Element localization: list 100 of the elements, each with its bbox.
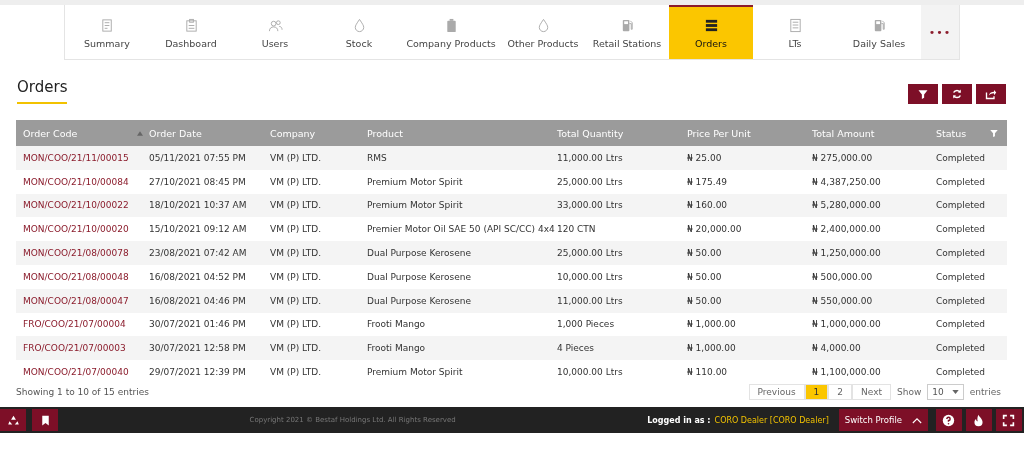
users-icon <box>267 17 283 33</box>
refresh-icon <box>951 88 963 100</box>
table-cell: ₦ 4,000.00 <box>812 343 861 354</box>
table-cell: VM (P) LTD. <box>270 319 322 330</box>
table-cell: Completed <box>936 271 986 282</box>
table-cell: Dual Purpose Kerosene <box>367 271 471 282</box>
table-cell: ₦ 20,000.00 <box>687 224 742 235</box>
table-cell: ₦ 1,250,000.00 <box>812 248 881 259</box>
more-button[interactable]: ••• <box>921 5 959 59</box>
next-button[interactable]: Next <box>852 383 892 400</box>
table-cell: Completed <box>936 224 986 235</box>
page-size-select[interactable]: 10 <box>927 383 964 400</box>
table-cell: ₦ 25.00 <box>687 152 722 163</box>
table-cell: Premium Motor Spirit <box>367 200 463 211</box>
table-cell: 30/07/2021 01:46 PM <box>149 319 246 330</box>
export-icon <box>985 88 997 100</box>
order-code-link[interactable]: FRO/COO/21/07/00003 <box>23 343 126 354</box>
nav-tab[interactable]: Users <box>233 5 317 59</box>
help-button[interactable] <box>936 409 962 431</box>
refresh-button[interactable] <box>942 84 972 104</box>
order-code-link[interactable]: MON/COO/21/10/00020 <box>23 224 129 235</box>
server-stack-icon <box>703 17 719 33</box>
table-cell: Completed <box>936 343 986 354</box>
table-cell: ₦ 5,280,000.00 <box>812 200 881 211</box>
page-button[interactable]: 1 <box>804 383 829 400</box>
table-cell: 4 Pieces <box>557 343 595 354</box>
table-cell: Completed <box>936 248 986 259</box>
order-code-link[interactable]: FRO/COO/21/07/00004 <box>23 319 126 330</box>
nav-tab[interactable]: Daily Sales <box>837 5 921 59</box>
clipboard-icon <box>183 17 199 33</box>
nav-tab[interactable]: Orders <box>669 5 753 59</box>
order-code-link[interactable]: MON/COO/21/11/00015 <box>23 152 129 163</box>
table-cell: ₦ 160.00 <box>687 200 728 211</box>
document-icon <box>99 17 115 33</box>
table-cell: ₦ 50.00 <box>687 271 722 282</box>
table-cell: Completed <box>936 295 986 306</box>
table-cell: 11,000.00 Ltrs <box>557 152 623 163</box>
list-icon <box>787 17 803 33</box>
table-cell: VM (P) LTD. <box>270 248 322 259</box>
table-cell: Premium Motor Spirit <box>367 367 463 378</box>
bookmark-button[interactable] <box>32 409 58 431</box>
table-cell: VM (P) LTD. <box>270 271 322 282</box>
nav-tab[interactable]: Other Products <box>501 5 585 59</box>
table-cell: Completed <box>936 367 986 378</box>
nav-tab[interactable]: Retail Stations <box>585 5 669 59</box>
order-code-link[interactable]: MON/COO/21/08/00048 <box>23 271 129 282</box>
entries-info: Showing 1 to 10 of 15 entries <box>16 386 149 397</box>
switch-profile-button[interactable]: Switch Profile <box>838 409 928 431</box>
page-button[interactable]: 2 <box>828 383 853 400</box>
order-code-link[interactable]: MON/COO/21/10/00084 <box>23 176 129 187</box>
order-code-link[interactable]: MON/COO/21/08/00078 <box>23 248 129 259</box>
nav-tab[interactable]: Stock <box>317 5 401 59</box>
table-cell: ₦ 1,000.00 <box>687 319 736 330</box>
caret-icon <box>951 389 959 394</box>
previous-button[interactable]: Previous <box>748 383 805 400</box>
table-cell: 1,000 Pieces <box>557 319 615 330</box>
export-button[interactable] <box>976 84 1006 104</box>
filter-icon[interactable] <box>989 128 999 138</box>
filter-button[interactable] <box>908 84 938 104</box>
table-cell: ₦ 500,000.00 <box>812 271 873 282</box>
nav-tab[interactable]: Dashboard <box>149 5 233 59</box>
fullscreen-button[interactable] <box>996 409 1022 431</box>
flame-button[interactable] <box>966 409 992 431</box>
fullscreen-icon <box>1002 413 1016 427</box>
order-code-link[interactable]: MON/COO/21/08/00047 <box>23 295 129 306</box>
flame-icon <box>972 413 986 427</box>
table-cell: 05/11/2021 07:55 PM <box>149 152 246 163</box>
user-name: CORO Dealer [CORO Dealer] <box>714 415 829 425</box>
table-cell: 18/10/2021 10:37 AM <box>149 200 247 211</box>
table-cell: Completed <box>936 152 986 163</box>
nav-tab[interactable]: LTs <box>753 5 837 59</box>
table-cell: ₦ 50.00 <box>687 295 722 306</box>
help-icon <box>942 413 956 427</box>
table-cell: VM (P) LTD. <box>270 224 322 235</box>
table-cell: ₦ 110.00 <box>687 367 728 378</box>
order-code-link[interactable]: MON/COO/21/10/00022 <box>23 200 129 211</box>
order-code-link[interactable]: MON/COO/21/07/00040 <box>23 367 129 378</box>
table-cell: VM (P) LTD. <box>270 295 322 306</box>
table-cell: 10,000.00 Ltrs <box>557 271 623 282</box>
chevron-up-icon <box>912 416 922 424</box>
nav-tab[interactable]: Summary <box>65 5 149 59</box>
table-cell: RMS <box>367 152 387 163</box>
table-cell: Dual Purpose Kerosene <box>367 295 471 306</box>
table-cell: ₦ 275,000.00 <box>812 152 873 163</box>
entries-label: entries <box>969 386 1001 397</box>
table-cell: 27/10/2021 08:45 PM <box>149 176 246 187</box>
table-cell: VM (P) LTD. <box>270 200 322 211</box>
table-cell: ₦ 550,000.00 <box>812 295 873 306</box>
table-cell: ₦ 50.00 <box>687 248 722 259</box>
table-cell: 30/07/2021 12:58 PM <box>149 343 246 354</box>
table-cell: Completed <box>936 319 986 330</box>
table-cell: Completed <box>936 200 986 211</box>
table-cell: VM (P) LTD. <box>270 152 322 163</box>
table-cell: 15/10/2021 09:12 AM <box>149 224 247 235</box>
table-cell: 16/08/2021 04:46 PM <box>149 295 246 306</box>
table-cell: Frooti Mango <box>367 343 426 354</box>
nav-tab[interactable]: Company Products <box>401 5 501 59</box>
table-cell: 25,000.00 Ltrs <box>557 176 623 187</box>
table-cell: 11,000.00 Ltrs <box>557 295 623 306</box>
table-cell: 23/08/2021 07:42 AM <box>149 248 247 259</box>
